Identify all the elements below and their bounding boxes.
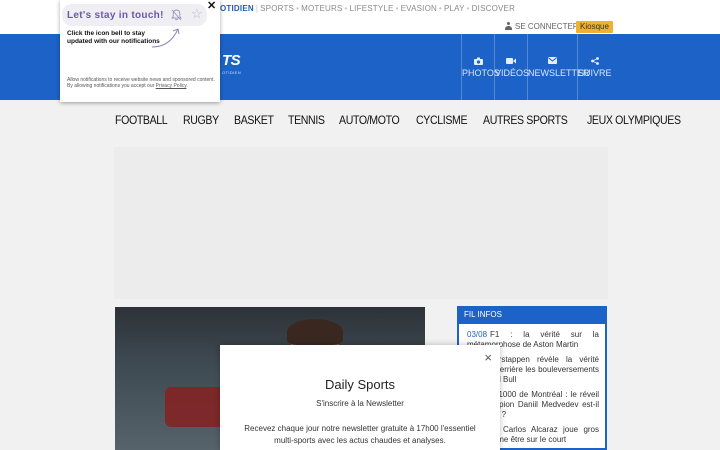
sports-nav-cyclisme[interactable]: CYCLISME [416,115,468,127]
envelope-icon [528,57,577,65]
fil-item-time: 03/08 [467,330,488,339]
notification-legal-text: Allow notifications to receive website n… [67,77,215,89]
sports-nav-basket[interactable]: BASKET [234,115,274,127]
notification-legal-body: Allow notifications to receive website n… [67,77,215,89]
page: OTIDIEN | SPORTS • MOTEURS • LIFESTYLE • EVASION… [0,0,720,450]
brand-link-evasion[interactable]: EVASION [401,4,437,13]
privacy-policy-link[interactable]: Privacy Policy [156,83,187,89]
brand-link-sports[interactable]: SPORTS [260,4,294,13]
image-background-car [165,387,225,427]
header-nav-photos[interactable]: PHOTOS [461,34,500,100]
header-nav-label: SUIVRE [578,68,612,78]
sports-nav-rugby[interactable]: RUGBY [183,115,219,127]
user-icon [505,22,512,30]
camera-icon [462,57,494,65]
header-nav-newsletter[interactable]: NEWSLETTER [527,34,590,100]
brand-link-play[interactable]: PLAY [444,4,465,13]
header-nav-suivre[interactable]: SUIVRE [577,34,612,100]
image-person-hair [287,319,343,345]
ad-placeholder [114,147,608,299]
sports-nav: FOOTBALL RUGBY BASKET TENNIS AUTO/MOTO C… [0,100,720,136]
brand-link-moteurs[interactable]: MOTEURS [301,4,342,13]
sports-nav-tennis[interactable]: TENNIS [288,115,325,127]
modal-subtitle: S'inscrire à la Newsletter [316,399,404,408]
brand-separator: • [395,4,399,13]
header-nav-label: NEWSLETTER [528,68,590,78]
sports-nav-autres-sports[interactable]: AUTRES SPORTS [483,115,568,127]
brand-separator: • [344,4,348,13]
modal-title: Daily Sports [324,377,396,392]
modal-close-button[interactable]: × [484,351,492,364]
modal-description: Recevez chaque jour notre newsletter gra… [244,424,476,445]
newsletter-modal: × Daily Sports S'inscrire à la Newslette… [220,345,500,450]
kiosque-button[interactable]: Kiosque [576,21,613,33]
brand-link-lifestyle[interactable]: LIFESTYLE [350,4,394,13]
sports-nav-jeux-olympiques[interactable]: JEUX OLYMPIQUES [587,115,681,127]
brand-separator: | [255,4,259,13]
notification-close-button[interactable]: ✕ [207,1,216,12]
brand-separator: • [438,4,442,13]
brand-link-lequotidien[interactable]: OTIDIEN [220,4,254,13]
bell-icon[interactable] [171,9,182,21]
header-nav-videos[interactable]: VIDÉOS [494,34,530,100]
login-label: SE CONNECTER [515,22,579,31]
star-icon: ☆ [191,6,203,21]
sports-nav-football[interactable]: FOOTBALL [115,115,168,127]
sports-nav-auto-moto[interactable]: AUTO/MOTO [339,115,400,127]
video-icon [495,57,527,65]
sports-nav-list: FOOTBALL RUGBY BASKET TENNIS AUTO/MOTO C… [115,111,695,129]
login-link[interactable]: SE CONNECTER [505,22,579,31]
header-nav-label: PHOTOS [462,68,500,78]
curved-arrow-icon [151,28,180,48]
notification-title: Let's stay in touch! [67,10,164,21]
share-icon [578,57,611,65]
header-nav-label: VIDÉOS [495,68,530,78]
site-logo[interactable]: TS [222,52,241,69]
brand-link-discover[interactable]: DISCOVER [472,4,515,13]
notification-prompt: Let's stay in touch! ☆ ✕ Click the icon … [60,0,220,102]
brand-separator: • [296,4,300,13]
site-logo-subtitle: OTIDIEN [222,70,242,75]
brand-separator: • [466,4,470,13]
brand-links: OTIDIEN | SPORTS • MOTEURS • LIFESTYLE • EVASION… [220,4,515,13]
fil-infos-title: FIL INFOS [459,306,605,324]
